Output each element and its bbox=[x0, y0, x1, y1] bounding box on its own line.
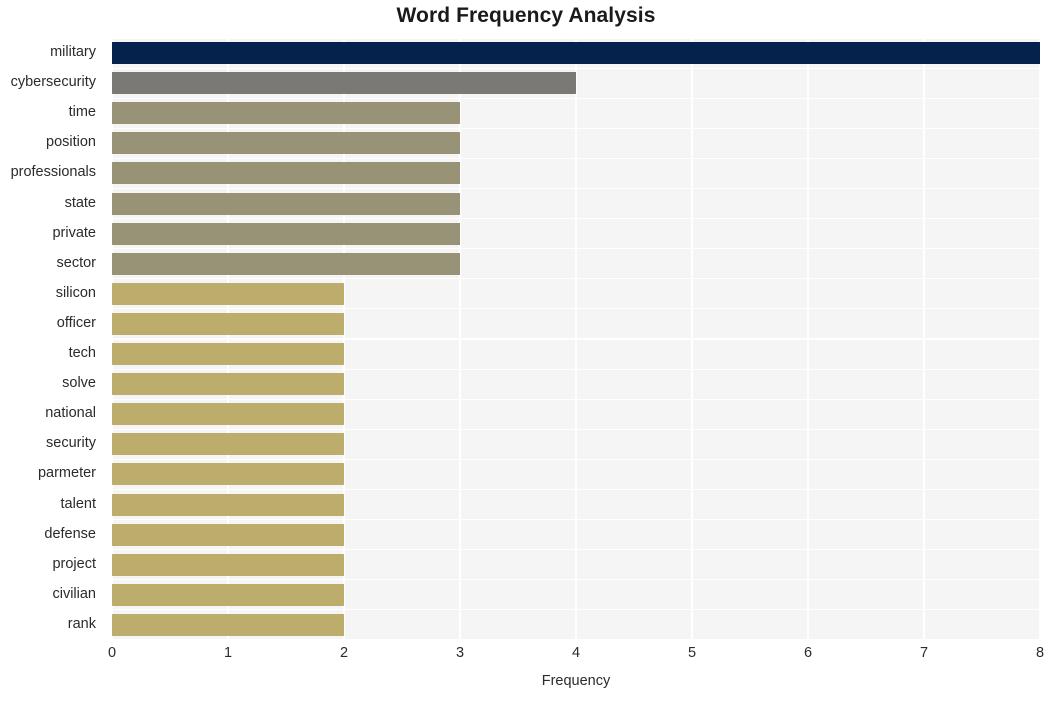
bar bbox=[112, 282, 344, 305]
y-axis-tick-label: civilian bbox=[52, 585, 96, 602]
y-axis-tick-label: professionals bbox=[10, 164, 96, 181]
bar bbox=[112, 553, 344, 576]
gridline-vertical bbox=[111, 38, 113, 640]
x-axis-tick-label: 3 bbox=[455, 645, 465, 661]
gridline-vertical bbox=[807, 38, 809, 640]
y-axis-tick-label: solve bbox=[62, 375, 96, 392]
bar bbox=[112, 72, 576, 95]
y-axis-tick-label: national bbox=[45, 405, 96, 422]
gridline-vertical bbox=[575, 38, 577, 640]
gridline-vertical bbox=[343, 38, 345, 640]
y-axis-tick-label: position bbox=[46, 134, 96, 151]
x-axis-tick-label: 2 bbox=[339, 645, 349, 661]
gridline-vertical bbox=[459, 38, 461, 640]
y-axis-tick-label: sector bbox=[56, 254, 97, 271]
gridline-vertical bbox=[923, 38, 925, 640]
y-axis-tick-label: project bbox=[52, 555, 96, 572]
bar bbox=[112, 312, 344, 335]
gridline-vertical bbox=[691, 38, 693, 640]
bar bbox=[112, 162, 460, 185]
y-axis-tick-label: military bbox=[50, 44, 96, 61]
x-axis-tick-label: 4 bbox=[571, 645, 581, 661]
y-axis-tick-label: talent bbox=[60, 495, 96, 512]
y-axis-tick-labels: military cybersecurity time position profess… bbox=[0, 38, 104, 640]
bar bbox=[112, 373, 344, 396]
bar bbox=[112, 222, 460, 245]
bar bbox=[112, 252, 460, 275]
gridline-vertical bbox=[1039, 38, 1041, 640]
chart-title: Word Frequency Analysis bbox=[396, 4, 656, 27]
bar bbox=[112, 583, 344, 606]
x-axis-tick-label: 7 bbox=[919, 645, 929, 661]
y-axis-tick-label: silicon bbox=[55, 284, 96, 301]
y-axis-tick-label: officer bbox=[56, 314, 96, 331]
plot-area bbox=[111, 37, 1041, 641]
y-axis-tick-label: state bbox=[64, 194, 96, 211]
y-axis-tick-label: parmeter bbox=[37, 465, 96, 482]
x-axis-tick-label: 6 bbox=[803, 645, 813, 661]
y-axis-tick-label: cybersecurity bbox=[10, 74, 96, 91]
x-axis-tick-label: 1 bbox=[223, 645, 233, 661]
bar bbox=[112, 523, 344, 546]
gridline-vertical bbox=[227, 38, 229, 640]
x-axis-tick-label: 5 bbox=[687, 645, 697, 661]
bar bbox=[112, 102, 460, 125]
x-axis-tick-label: 0 bbox=[107, 645, 117, 661]
bar bbox=[112, 403, 344, 426]
bar bbox=[112, 463, 344, 486]
x-axis-tick-labels: 0 1 2 3 4 5 6 7 8 bbox=[108, 645, 1044, 669]
bar bbox=[112, 343, 344, 366]
y-axis-tick-label: defense bbox=[44, 525, 96, 542]
x-axis-tick-label: 8 bbox=[1035, 645, 1045, 661]
bar bbox=[112, 433, 344, 456]
bar bbox=[112, 132, 460, 155]
y-axis-tick-label: security bbox=[46, 435, 96, 452]
word-frequency-chart: Word Frequency Analysis military cybersec… bbox=[0, 0, 1052, 701]
bar bbox=[112, 192, 460, 215]
bar bbox=[112, 42, 1040, 65]
y-axis-tick-label: private bbox=[52, 224, 96, 241]
bar bbox=[112, 493, 344, 516]
y-axis-tick-label: tech bbox=[68, 345, 96, 362]
y-axis-tick-label: rank bbox=[67, 615, 96, 632]
x-axis-label: Frequency bbox=[541, 673, 611, 689]
bar bbox=[112, 613, 344, 636]
y-axis-tick-label: time bbox=[68, 104, 96, 121]
